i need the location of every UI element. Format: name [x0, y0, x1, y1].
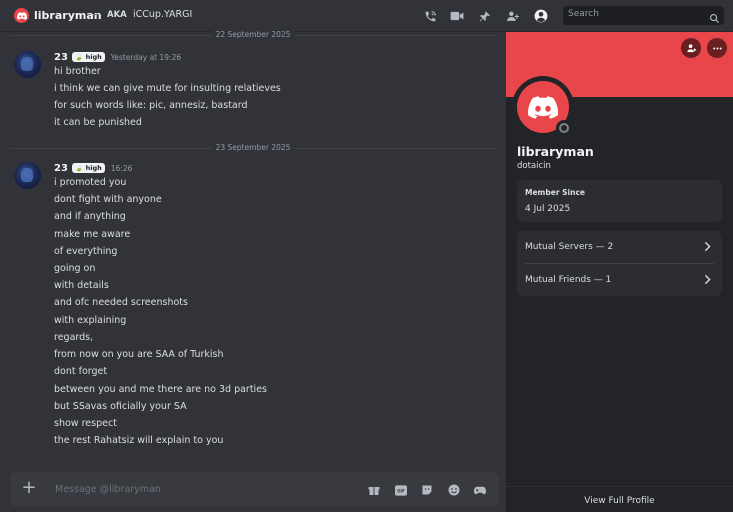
guild-tag-label: high [85, 164, 102, 172]
pin-icon[interactable] [477, 8, 493, 24]
message-input[interactable]: Message @libraryman [55, 484, 161, 495]
date-divider: 23 September 2025 [10, 143, 496, 153]
search-placeholder: Search [568, 9, 599, 19]
discord-logo-icon [528, 95, 558, 119]
message-avatar[interactable] [14, 51, 41, 78]
header-separator [93, 14, 99, 15]
message-line: the rest Rahatsiz will explain to you [54, 435, 224, 446]
message-author[interactable]: 23 [54, 52, 68, 63]
gift-icon[interactable] [368, 484, 380, 496]
message-line: make me aware [54, 229, 131, 240]
message-line: and ofc needed screenshots [54, 297, 188, 308]
message-line: from now on you are SAA of Turkish [54, 349, 224, 360]
mutual-servers-label: Mutual Servers — 2 [525, 242, 614, 252]
profile-panel: libraryman dotaicin Member Since 4 Jul 2… [506, 32, 733, 512]
add-friend-icon [686, 43, 696, 52]
more-options-button[interactable] [707, 38, 727, 58]
chevron-right-icon [702, 272, 712, 286]
mutuals-card: Mutual Servers — 2 Mutual Friends — 1 [517, 231, 722, 296]
member-since-card: Member Since 4 Jul 2025 [517, 180, 722, 222]
message-line: with details [54, 280, 109, 291]
add-attachment-button[interactable]: + [20, 479, 38, 497]
guild-tag-badge[interactable]: 🍃 high [71, 52, 105, 62]
message-line: and if anything [54, 211, 126, 222]
profile-display-name: libraryman [517, 144, 594, 159]
add-friends-icon[interactable] [505, 8, 521, 24]
message-line: it can be punished [54, 117, 142, 128]
message-line: but SSavas oficially your SA [54, 401, 187, 412]
more-icon [712, 46, 722, 50]
profile-username: dotaicin [517, 161, 551, 171]
view-full-profile-link[interactable]: View Full Profile [506, 496, 733, 506]
profile-footer: View Full Profile [506, 486, 733, 512]
apps-icon[interactable] [474, 484, 486, 496]
message-line: i promoted you [54, 177, 127, 188]
message-line: for such words like: pic, annesiz, basta… [54, 100, 248, 111]
emoji-icon[interactable] [448, 484, 460, 496]
message-line: with explaining [54, 315, 127, 326]
message-line: between you and me there are no 3d parti… [54, 384, 267, 395]
message-line: hi brother [54, 66, 101, 77]
search-input[interactable]: Search [563, 6, 724, 25]
member-since-label: Member Since [525, 188, 585, 197]
message-timestamp: 16:26 [110, 163, 133, 173]
date-divider: 22 September 2025 [10, 30, 496, 40]
aka-value: iCCup.YARGI [133, 9, 193, 20]
message-header: 23 🍃 high Yesterday at 19:26 [54, 51, 181, 63]
top-bar: libraryman AKA iCCup.YARGI Search [0, 0, 733, 32]
gif-icon[interactable]: GIF [395, 484, 407, 496]
message-line: regards, [54, 332, 94, 343]
video-call-icon[interactable] [449, 8, 465, 24]
chat-area: 22 September 2025 23 🍃 high Yesterday at … [0, 30, 506, 512]
mutual-friends-row[interactable]: Mutual Friends — 1 [517, 264, 722, 296]
user-profile-icon[interactable] [533, 8, 549, 24]
message-line: dont fight with anyone [54, 194, 162, 205]
mutual-servers-row[interactable]: Mutual Servers — 2 [517, 231, 722, 264]
svg-text:GIF: GIF [397, 488, 405, 493]
offline-status-icon [559, 123, 569, 133]
discord-logo-icon [16, 11, 27, 20]
guild-tag-label: high [85, 53, 102, 61]
date-divider-label: 22 September 2025 [211, 30, 295, 39]
search-icon [709, 9, 720, 28]
phone-call-icon[interactable] [422, 8, 438, 24]
add-friend-button[interactable] [681, 38, 701, 58]
message-composer[interactable]: + Message @libraryman GIF [10, 472, 499, 506]
message-author[interactable]: 23 [54, 163, 68, 174]
mutual-friends-label: Mutual Friends — 1 [525, 275, 612, 285]
aka-label: AKA [107, 10, 127, 20]
sticker-icon[interactable] [421, 484, 433, 496]
message-line: going on [54, 263, 96, 274]
leaf-icon: 🍃 [74, 164, 84, 172]
guild-tag-badge[interactable]: 🍃 high [71, 163, 105, 173]
message-avatar[interactable] [14, 162, 41, 189]
message-line: of everything [54, 246, 118, 257]
message-timestamp: Yesterday at 19:26 [110, 52, 182, 62]
chevron-right-icon [702, 239, 712, 253]
header-avatar[interactable] [14, 8, 29, 23]
message-line: i think we can give mute for insulting r… [54, 83, 281, 94]
message-line: show respect [54, 418, 117, 429]
leaf-icon: 🍃 [74, 53, 84, 61]
member-since-value: 4 Jul 2025 [525, 204, 571, 214]
message-header: 23 🍃 high 16:26 [54, 162, 132, 174]
date-divider-label: 23 September 2025 [211, 143, 295, 152]
header-username[interactable]: libraryman [34, 9, 102, 22]
message-line: dont forget [54, 366, 108, 377]
